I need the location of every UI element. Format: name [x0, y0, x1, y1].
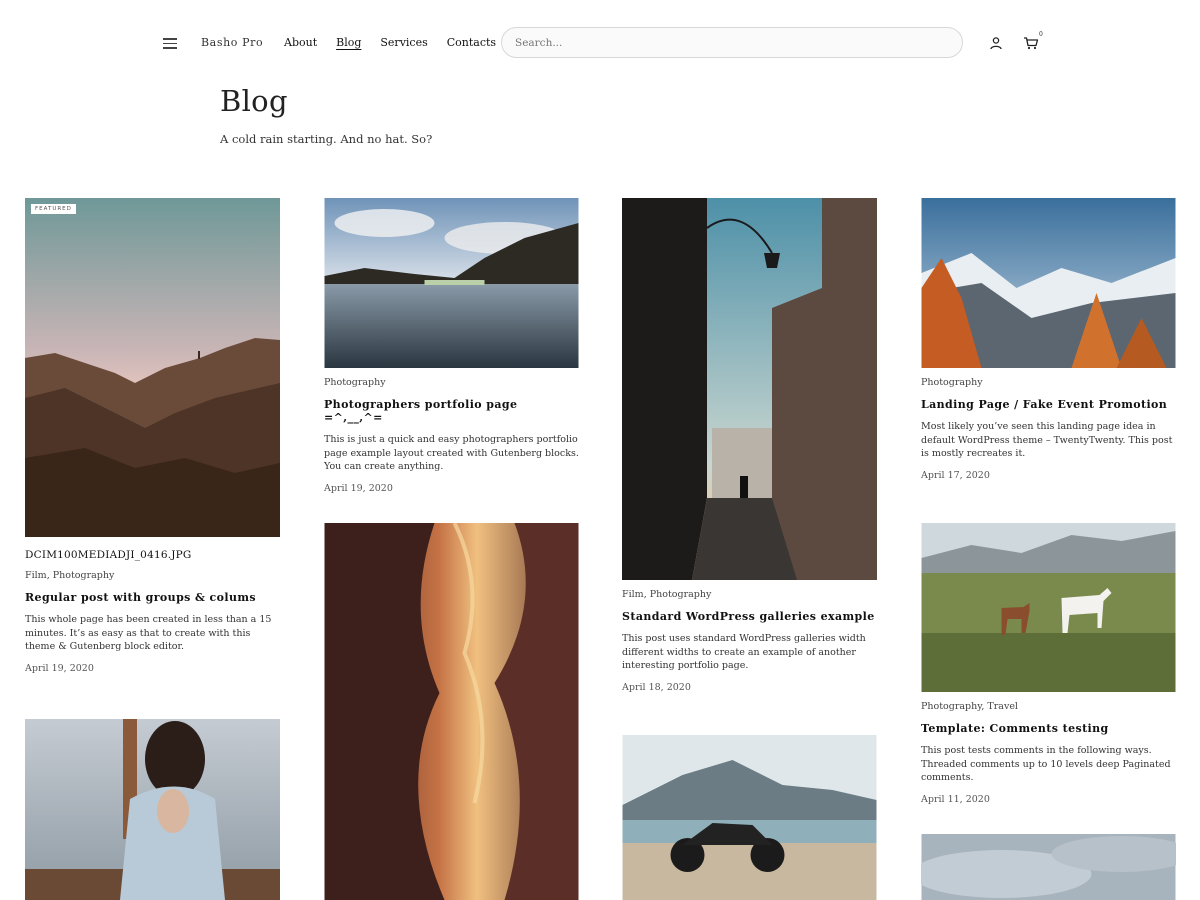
user-icon[interactable] — [989, 36, 1003, 50]
post-categories: Photography — [921, 377, 1176, 388]
menu-icon[interactable] — [163, 38, 177, 49]
cart-count-badge: 0 — [1039, 31, 1043, 38]
post-image-cliffs[interactable] — [25, 198, 280, 537]
post-date: April 18, 2020 — [622, 681, 691, 693]
post-card: Photography Photographers portfolio page… — [324, 198, 579, 494]
search-input[interactable] — [502, 28, 962, 57]
post-date: April 19, 2020 — [324, 482, 393, 494]
nav-about[interactable]: About — [284, 36, 317, 49]
page-title: Blog — [220, 84, 288, 118]
post-card: Photography Landing Page / Fake Event Pr… — [921, 198, 1176, 481]
post-title[interactable]: Photographers portfolio page =^,__,^= — [324, 398, 579, 424]
post-image-mountains[interactable] — [921, 198, 1176, 368]
cart-icon[interactable] — [1023, 36, 1039, 50]
category-link[interactable]: Film — [622, 589, 644, 600]
nav-services[interactable]: Services — [380, 36, 427, 49]
post-image-woman[interactable] — [25, 719, 280, 900]
post-card: Film, Photography Standard WordPress gal… — [622, 198, 877, 693]
post-card — [25, 719, 280, 900]
post-date: April 17, 2020 — [921, 469, 990, 481]
featured-badge: FEATURED — [31, 204, 76, 214]
nav-contacts[interactable]: Contacts — [447, 36, 496, 49]
post-title[interactable]: Standard WordPress galleries example — [622, 610, 877, 623]
post-image-horses[interactable] — [921, 523, 1176, 692]
post-excerpt: This post tests comments in the followin… — [921, 745, 1171, 783]
post-date: April 19, 2020 — [25, 662, 94, 674]
post-categories: Photography, Travel — [921, 701, 1018, 712]
post-image-street[interactable] — [622, 198, 877, 580]
post-categories: Photography — [324, 377, 579, 388]
page-subtitle: A cold rain starting. And no hat. So? — [220, 132, 433, 146]
post-excerpt: This is just a quick and easy photograph… — [324, 434, 579, 472]
category-link[interactable]: Photography — [650, 589, 712, 600]
post-card: FEATURED DCIM100MEDIADJI_0416.JPG Film, … — [25, 198, 280, 674]
post-image-lake[interactable] — [324, 198, 579, 368]
post-card: Photography, Travel Template: Comments t… — [921, 523, 1176, 805]
post-card — [324, 523, 579, 900]
post-excerpt: This whole page has been created in less… — [25, 614, 272, 652]
category-link[interactable]: Photography — [921, 701, 981, 712]
post-title[interactable]: Regular post with groups & colums — [25, 591, 280, 604]
post-title[interactable]: Landing Page / Fake Event Promotion — [921, 398, 1176, 411]
category-link[interactable]: Photography — [921, 377, 983, 388]
post-categories: Film, Photography — [622, 589, 712, 600]
main-nav: About Blog Services Contacts — [284, 36, 496, 49]
post-title[interactable]: Template: Comments testing — [921, 722, 1176, 735]
post-image-canyon[interactable] — [324, 523, 579, 900]
post-image-sky[interactable] — [921, 834, 1176, 900]
post-excerpt: Most likely you’ve seen this landing pag… — [921, 421, 1173, 459]
post-categories: Film, Photography — [25, 570, 115, 581]
image-caption: DCIM100MEDIADJI_0416.JPG — [25, 549, 192, 561]
category-link[interactable]: Photography — [324, 377, 386, 388]
post-date: April 11, 2020 — [921, 793, 990, 805]
nav-blog[interactable]: Blog — [336, 36, 361, 49]
post-image-motorcycle[interactable] — [622, 735, 877, 900]
category-link[interactable]: Film — [25, 570, 47, 581]
post-card — [622, 735, 877, 900]
category-link[interactable]: Photography — [53, 570, 115, 581]
search-box — [501, 27, 963, 58]
site-title[interactable]: Basho Pro — [201, 36, 263, 49]
category-link[interactable]: Travel — [987, 701, 1018, 712]
post-excerpt: This post uses standard WordPress galler… — [622, 633, 866, 671]
post-card — [921, 834, 1176, 900]
